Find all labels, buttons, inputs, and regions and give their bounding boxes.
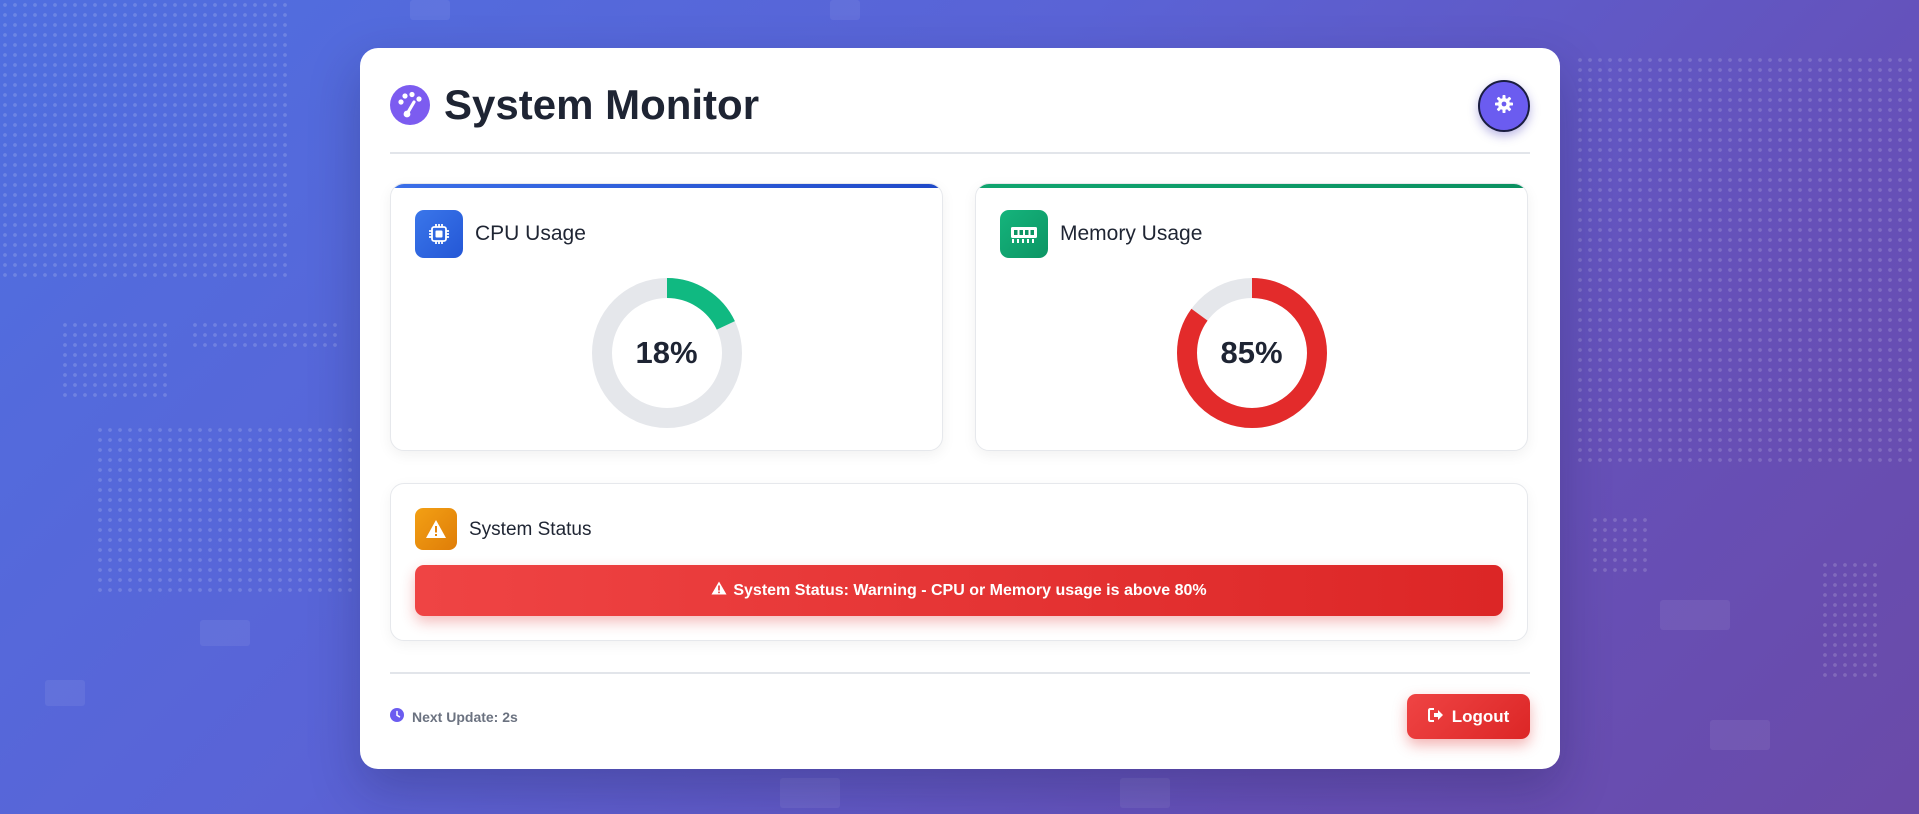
memory-usage-card: Memory Usage 85%	[975, 183, 1528, 451]
logout-label: Logout	[1451, 706, 1510, 726]
cpu-card-accent-bar	[391, 184, 942, 188]
cpu-usage-label: CPU Usage	[475, 222, 586, 245]
settings-button[interactable]	[1478, 80, 1530, 132]
cpu-usage-card: CPU Usage 18%	[390, 183, 943, 451]
next-update-text: Next Update: 2s	[412, 708, 518, 725]
next-update-indicator: Next Update: 2s	[390, 708, 518, 725]
cpu-gauge: 18%	[591, 277, 743, 429]
page-title: System Monitor	[444, 81, 760, 128]
memory-module-icon	[1000, 210, 1048, 258]
cpu-chip-icon	[415, 210, 463, 258]
footer-divider	[390, 672, 1530, 674]
system-status-card: System Status System Status: Warning - C…	[390, 483, 1528, 641]
sign-out-icon	[1427, 707, 1444, 727]
header: System Monitor	[390, 48, 1530, 154]
status-alert-message: System Status: Warning - CPU or Memory u…	[733, 581, 1207, 599]
memory-usage-label: Memory Usage	[1060, 222, 1203, 245]
logout-button[interactable]: Logout	[1407, 694, 1530, 739]
cpu-usage-value: 18%	[635, 335, 698, 370]
system-monitor-panel: System Monitor CPU Usage 18% Memory Usag…	[360, 48, 1560, 769]
system-status-label: System Status	[469, 519, 592, 540]
clock-icon	[390, 708, 404, 725]
gear-icon	[1494, 94, 1514, 119]
warning-icon	[711, 581, 727, 600]
gauge-icon	[390, 85, 430, 125]
warning-triangle-icon	[415, 508, 457, 550]
memory-usage-value: 85%	[1220, 335, 1283, 370]
memory-gauge: 85%	[1176, 277, 1328, 429]
status-alert-banner: System Status: Warning - CPU or Memory u…	[415, 565, 1503, 616]
memory-card-accent-bar	[976, 184, 1527, 188]
